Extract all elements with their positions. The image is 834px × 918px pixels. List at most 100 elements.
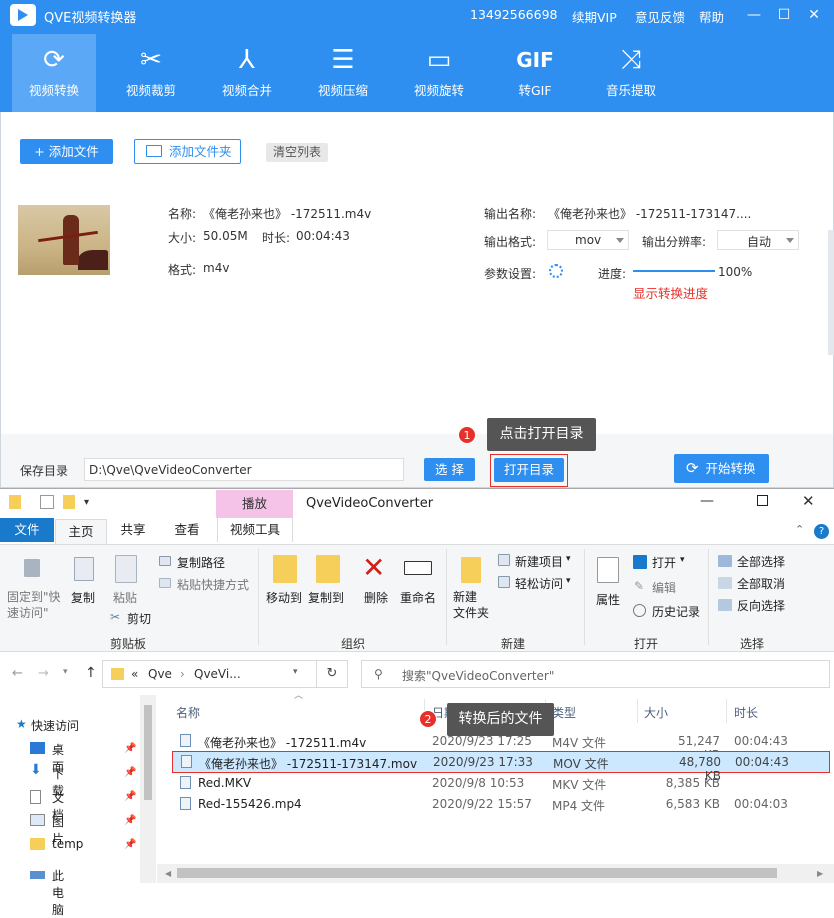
copy-to-button[interactable]: 复制到: [308, 589, 344, 606]
refresh-icon[interactable]: ↻: [316, 660, 348, 688]
minimize-button[interactable]: —: [742, 4, 766, 26]
copy-path-button[interactable]: 复制路径: [177, 554, 225, 571]
rename-button[interactable]: 重命名: [400, 589, 436, 606]
tool-video-crop[interactable]: ✂ 视频裁剪: [109, 34, 193, 112]
horizontal-scrollbar[interactable]: ◀ ▶: [157, 864, 834, 883]
address-bar[interactable]: « Qve › QveVi... ▾: [102, 660, 348, 688]
easy-access-button[interactable]: 轻松访问: [515, 575, 563, 592]
file-name: 《俺老孙来也》 -172511.m4v: [198, 736, 367, 750]
move-to-button[interactable]: 移动到: [266, 589, 302, 606]
video-file-icon: [180, 797, 191, 810]
ribbon-collapse-icon[interactable]: ⌃: [795, 523, 804, 536]
forward-arrow-icon[interactable]: →: [38, 666, 49, 681]
clear-list-button[interactable]: 清空列表: [266, 143, 328, 162]
back-arrow-icon[interactable]: ←: [12, 666, 23, 681]
context-tab-play[interactable]: 播放: [216, 490, 293, 518]
edit-button[interactable]: 编辑: [652, 579, 676, 596]
close-button[interactable]: ✕: [802, 4, 826, 26]
select-all-button[interactable]: 全部选择: [737, 553, 785, 570]
breadcrumb-qve[interactable]: Qve: [148, 667, 172, 681]
tool-video-convert[interactable]: ⟳ 视频转换: [12, 34, 96, 112]
tool-video-compress[interactable]: ☰ 视频压缩: [301, 34, 385, 112]
new-item-button[interactable]: 新建项目: [515, 553, 563, 570]
maximize-button[interactable]: ☐: [772, 4, 796, 26]
maximize-button[interactable]: [757, 495, 768, 506]
output-resolution-select[interactable]: 自动: [717, 230, 799, 250]
col-duration[interactable]: 时长: [734, 704, 758, 721]
file-date: 2020/9/23 17:33: [433, 755, 533, 769]
delete-button[interactable]: 删除: [364, 589, 388, 606]
cut-button[interactable]: 剪切: [127, 610, 151, 627]
chevron-down-icon[interactable]: ▾: [293, 667, 298, 677]
open-dir-button[interactable]: 打开目录: [494, 458, 564, 482]
recent-chevron-icon[interactable]: ▾: [63, 667, 68, 677]
paste-button[interactable]: 粘贴: [113, 589, 137, 606]
help-link[interactable]: 帮助: [699, 7, 724, 26]
tool-to-gif[interactable]: GIF 转GIF: [493, 34, 577, 112]
properties-button[interactable]: 属性: [596, 591, 620, 608]
file-row[interactable]: Red-155426.mp4 2020/9/22 15:57 MP4 文件 6,…: [172, 794, 830, 814]
new-folder-icon[interactable]: [63, 495, 75, 509]
choose-button[interactable]: 选 择: [424, 458, 475, 481]
history-button[interactable]: 历史记录: [652, 603, 700, 620]
tab-file[interactable]: 文件: [0, 518, 54, 542]
scrollbar[interactable]: [828, 230, 834, 355]
nav-label: 快速访问: [31, 719, 80, 733]
output-format-select[interactable]: mov: [547, 230, 629, 250]
file-row[interactable]: Red.MKV 2020/9/8 10:53 MKV 文件 8,385 KB: [172, 773, 830, 793]
open-icon: [633, 555, 647, 569]
file-row-selected[interactable]: 《俺老孙来也》 -172511-173147.mov 2020/9/23 17:…: [172, 751, 830, 783]
folder-icon: [111, 668, 124, 680]
close-button[interactable]: ✕: [802, 492, 815, 510]
invert-selection-button[interactable]: 反向选择: [737, 597, 785, 614]
scroll-right-icon[interactable]: ▶: [817, 869, 823, 878]
account-phone[interactable]: 13492566698: [470, 7, 557, 22]
start-convert-button[interactable]: ⟳ 开始转换: [674, 454, 769, 483]
help-icon[interactable]: ?: [814, 524, 829, 539]
minimize-button[interactable]: —: [700, 493, 714, 509]
name-label: 名称:: [168, 207, 197, 221]
tab-home[interactable]: 主页: [55, 519, 107, 544]
quick-access-dropdown-icon[interactable]: ▾: [84, 497, 89, 508]
tool-video-merge[interactable]: ⅄ 视频合并: [205, 34, 289, 112]
add-folder-button[interactable]: 添加文件夹: [134, 139, 241, 164]
output-resolution-value: 自动: [747, 235, 772, 249]
tab-view[interactable]: 查看: [162, 518, 212, 542]
progress-track: [633, 270, 715, 272]
search-box[interactable]: ⚲ 搜索"QveVideoConverter": [361, 660, 830, 688]
paste-shortcut-button[interactable]: 粘贴快捷方式: [177, 576, 249, 593]
tool-label: 视频压缩: [317, 83, 368, 98]
gear-icon[interactable]: [549, 264, 563, 278]
tab-share[interactable]: 共享: [110, 518, 156, 542]
up-arrow-icon[interactable]: ↑: [85, 665, 97, 681]
breadcrumb-current[interactable]: QveVi...: [194, 667, 241, 681]
col-name[interactable]: 名称: [176, 704, 200, 721]
open-button[interactable]: 打开: [652, 554, 676, 571]
col-type[interactable]: 类型: [552, 704, 576, 721]
properties-icon[interactable]: [40, 495, 54, 509]
nav-scrollbar[interactable]: [140, 695, 156, 883]
tool-video-rotate[interactable]: ▭ 视频旋转: [397, 34, 481, 112]
copy-to-icon: [316, 555, 340, 583]
show-progress-link[interactable]: 显示转换进度: [633, 283, 708, 302]
tool-music-extract[interactable]: ⤨ 音乐提取: [589, 34, 673, 112]
copy-button[interactable]: 复制: [71, 589, 95, 606]
scrollbar-thumb[interactable]: [177, 868, 777, 878]
pin-icon: [24, 559, 40, 577]
new-folder-button[interactable]: 新建 文件夹: [453, 589, 493, 621]
scissors-icon: ✂: [140, 45, 162, 75]
feedback-link[interactable]: 意见反馈: [635, 7, 685, 26]
select-none-button[interactable]: 全部取消: [737, 575, 785, 592]
breadcrumb-overflow[interactable]: «: [131, 667, 138, 681]
renew-vip-link[interactable]: 续期VIP: [572, 7, 617, 26]
pin-quick-access-button[interactable]: 固定到"快速访问": [7, 589, 61, 621]
tab-video-tools[interactable]: 视频工具: [217, 518, 293, 542]
output-name[interactable]: 《俺老孙来也》 -172511-173147....: [548, 205, 751, 222]
add-file-button[interactable]: + 添加文件: [20, 139, 113, 164]
save-path-input[interactable]: D:\Qve\QveVideoConverter: [84, 458, 404, 481]
pin-icon: 📌: [124, 767, 137, 778]
scroll-left-icon[interactable]: ◀: [165, 869, 171, 878]
merge-icon: ⅄: [239, 45, 255, 75]
scrollbar-thumb[interactable]: [144, 705, 152, 800]
col-size[interactable]: 大小: [644, 704, 668, 721]
